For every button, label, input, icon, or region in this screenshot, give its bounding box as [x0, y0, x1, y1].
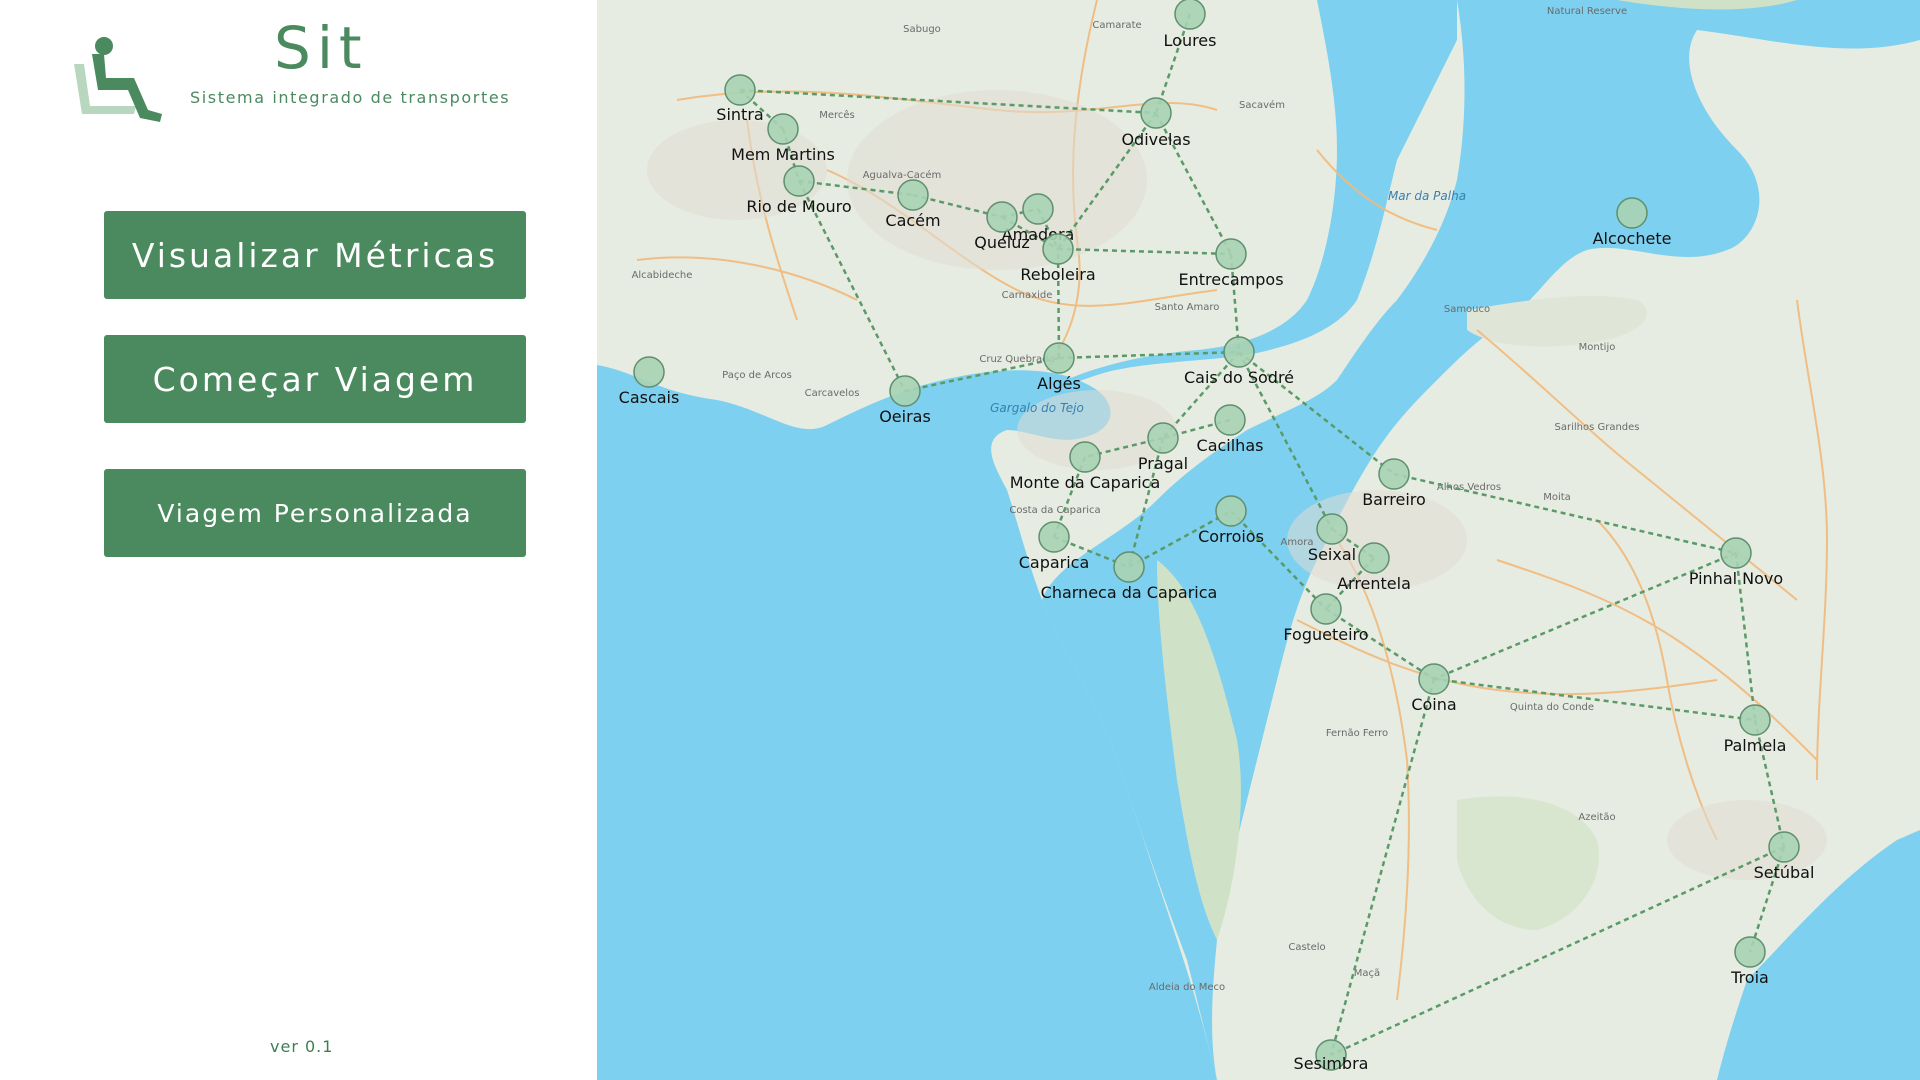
station-marker[interactable]	[1734, 936, 1766, 968]
place-label: Carcavelos	[805, 388, 860, 399]
place-label: Costa da Caparica	[1009, 505, 1100, 516]
app-subtitle: Sistema integrado de transportes	[190, 88, 511, 107]
station-marker[interactable]	[1310, 593, 1342, 625]
place-label: Santo Amaro	[1155, 302, 1220, 313]
station-label: Troia	[1730, 968, 1769, 987]
place-label: Aldeia do Meco	[1149, 982, 1225, 993]
station-marker[interactable]	[889, 375, 921, 407]
version-label: ver 0.1	[270, 1037, 334, 1056]
network-map[interactable]: Sabugo Camarate Sacavém Mercês Agualva-Cacém…	[597, 0, 1920, 1080]
place-label: Sacavém	[1239, 99, 1285, 111]
place-label: Samouco	[1444, 304, 1490, 315]
station-marker[interactable]	[1022, 193, 1054, 225]
station-label: Sintra	[716, 105, 763, 124]
station-label: Cacilhas	[1197, 436, 1264, 455]
station-marker[interactable]	[897, 179, 929, 211]
station-label: Alcochete	[1593, 229, 1672, 248]
station-label: Odivelas	[1121, 130, 1190, 149]
station-marker[interactable]	[1739, 704, 1771, 736]
station-label: Sesimbra	[1294, 1054, 1369, 1073]
place-label: Camarate	[1092, 20, 1141, 31]
place-label: Montijo	[1579, 342, 1616, 353]
water-label: Gargalo do Tejo	[990, 401, 1084, 415]
place-label: Quinta do Conde	[1510, 702, 1594, 713]
station-label: Cais do Sodré	[1184, 368, 1294, 387]
station-marker[interactable]	[1418, 663, 1450, 695]
station-marker[interactable]	[783, 165, 815, 197]
station-label: Loures	[1164, 31, 1217, 50]
station-marker[interactable]	[1214, 404, 1246, 436]
station-marker[interactable]	[1720, 537, 1752, 569]
custom-trip-button[interactable]: Viagem Personalizada	[104, 469, 526, 557]
station-marker[interactable]	[1147, 422, 1179, 454]
station-marker[interactable]	[1043, 342, 1075, 374]
sidebar: Sit Sistema integrado de transportes Vis…	[0, 0, 597, 1080]
station-marker[interactable]	[986, 201, 1018, 233]
station-label: Monte da Caparica	[1010, 473, 1161, 492]
place-label: Castelo	[1288, 942, 1325, 953]
station-marker[interactable]	[1358, 542, 1390, 574]
place-label: Sabugo	[903, 24, 941, 35]
station-label: Arrentela	[1337, 574, 1411, 593]
place-label: Natural Reserve	[1547, 6, 1627, 17]
place-label: Maçã	[1354, 968, 1380, 979]
place-label: Sarilhos Grandes	[1554, 422, 1639, 433]
place-label: Paço de Arcos	[722, 370, 792, 381]
station-label: Rio de Mouro	[746, 197, 851, 216]
place-label: Agualva-Cacém	[863, 169, 942, 181]
accessible-seat-icon	[74, 37, 162, 122]
place-label: Alcabideche	[632, 270, 693, 281]
place-label: Mercês	[819, 109, 855, 121]
station-marker[interactable]	[1174, 0, 1206, 30]
station-marker[interactable]	[633, 356, 665, 388]
station-marker[interactable]	[1113, 551, 1145, 583]
station-label: Reboleira	[1020, 265, 1095, 284]
station-label: Pinhal Novo	[1689, 569, 1783, 588]
station-label: Fogueteiro	[1283, 625, 1368, 644]
station-marker[interactable]	[1616, 197, 1648, 229]
station-label: Setúbal	[1754, 863, 1815, 882]
station-marker[interactable]	[1140, 97, 1172, 129]
station-marker[interactable]	[1215, 238, 1247, 270]
station-marker[interactable]	[724, 74, 756, 106]
station-label: Mem Martins	[731, 145, 835, 164]
station-label: Entrecampos	[1178, 270, 1283, 289]
station-marker[interactable]	[1069, 441, 1101, 473]
station-label: Coina	[1411, 695, 1456, 714]
station-marker[interactable]	[1215, 495, 1247, 527]
station-marker[interactable]	[1038, 521, 1070, 553]
place-label: Azeitão	[1578, 812, 1615, 823]
station-label: Barreiro	[1362, 490, 1426, 509]
station-label: Cascais	[619, 388, 680, 407]
station-marker[interactable]	[1378, 458, 1410, 490]
station-label: Algés	[1037, 374, 1081, 393]
station-marker[interactable]	[1223, 336, 1255, 368]
station-label: Oeiras	[879, 407, 931, 426]
station-label: Cacém	[885, 211, 940, 230]
station-marker[interactable]	[767, 113, 799, 145]
station-label: Seixal	[1308, 545, 1356, 564]
place-label: Fernão Ferro	[1326, 728, 1388, 739]
view-metrics-button[interactable]: Visualizar Métricas	[104, 211, 526, 299]
start-trip-button[interactable]: Começar Viagem	[104, 335, 526, 423]
station-label: Pragal	[1138, 454, 1188, 473]
place-label: Moita	[1543, 492, 1571, 503]
app-title: Sit	[274, 14, 368, 82]
station-label: Caparica	[1019, 553, 1090, 572]
station-label: Corroios	[1198, 527, 1264, 546]
station-label: Queluz	[974, 233, 1030, 252]
water-label: Mar da Palha	[1388, 189, 1466, 203]
place-label: Carnaxide	[1002, 290, 1053, 301]
station-label: Charneca da Caparica	[1041, 583, 1218, 602]
station-marker[interactable]	[1316, 513, 1348, 545]
station-marker[interactable]	[1042, 233, 1074, 265]
station-marker[interactable]	[1768, 831, 1800, 863]
station-label: Palmela	[1724, 736, 1787, 755]
